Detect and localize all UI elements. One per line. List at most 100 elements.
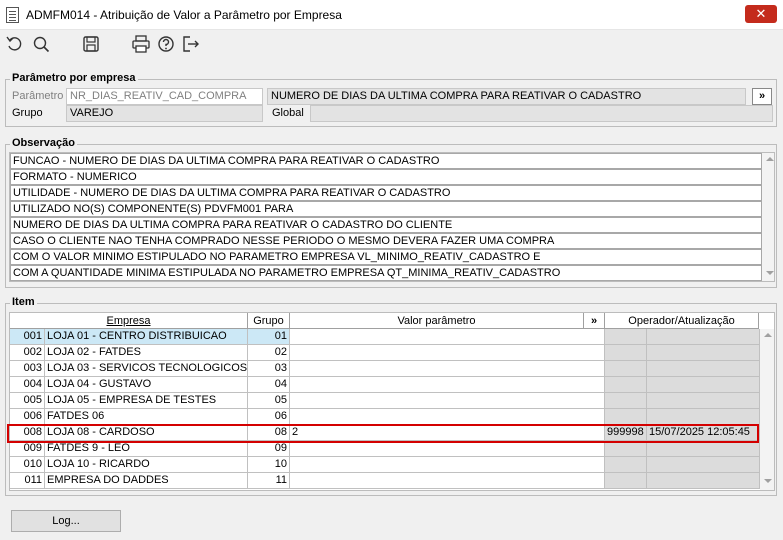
print-icon[interactable] [130,33,152,55]
cell-empresa-name: LOJA 03 - SERVICOS TECNOLOGICOS LTDA [45,361,248,377]
cell-data-atualizacao [647,457,760,473]
observation-line: COM O VALOR MINIMO ESTIPULADO NO PARAMET… [10,249,762,265]
cell-operador [605,457,647,473]
cell-empresa-code: 008 [10,425,45,441]
table-row[interactable]: 001 LOJA 01 - CENTRO DISTRIBUICAO 01 [10,329,774,345]
lookup-button[interactable]: » [752,88,772,105]
cell-empresa-name: LOJA 05 - EMPRESA DE TESTES [45,393,248,409]
grid-scrollbar[interactable] [760,329,774,490]
log-button[interactable]: Log... [11,510,121,532]
table-row[interactable]: 011 EMPRESA DO DADDES 11 [10,473,774,489]
cell-operador [605,473,647,489]
cell-valor[interactable] [290,377,605,393]
title-bar: ADMFM014 - Atribuição de Valor a Parâmet… [0,0,783,30]
cell-empresa-code: 003 [10,361,45,377]
cell-valor[interactable]: 2 [290,425,605,441]
refresh-icon[interactable] [4,33,26,55]
cell-operador [605,329,647,345]
window-title: ADMFM014 - Atribuição de Valor a Parâmet… [26,8,342,22]
table-row[interactable]: 010 LOJA 10 - RICARDO 10 [10,457,774,473]
cell-valor[interactable] [290,345,605,361]
table-row[interactable]: 002 LOJA 02 - FATDES 02 [10,345,774,361]
expand-button[interactable]: » [584,313,605,329]
col-header-valor[interactable]: Valor parâmetro [290,313,584,329]
cell-grupo: 01 [248,329,290,345]
observation-line: FORMATO - NUMERICO [10,169,762,185]
col-header-empresa-label: Empresa [106,315,151,327]
observation-line: COM A QUANTIDADE MINIMA ESTIPULADA NO PA… [10,265,762,281]
cell-operador [605,361,647,377]
observation-line: NUMERO DE DIAS DA ULTIMA COMPRA PARA REA… [10,217,762,233]
close-button[interactable]: ✕ [745,5,777,23]
cell-empresa-code: 011 [10,473,45,489]
item-grid[interactable]: Empresa Grupo Valor parâmetro » Operador… [9,312,775,491]
obs-section-title: Observação [10,137,77,149]
cell-grupo: 03 [248,361,290,377]
exit-icon[interactable] [180,33,202,55]
observation-list[interactable]: FUNCAO - NUMERO DE DIAS DA ULTIMA COMPRA… [9,152,775,282]
observation-line: UTILIDADE - NUMERO DE DIAS DA ULTIMA COM… [10,185,762,201]
cell-empresa-code: 009 [10,441,45,457]
cell-data-atualizacao: 15/07/2025 12:05:45 [647,425,760,441]
parametro-description: NUMERO DE DIAS DA ULTIMA COMPRA PARA REA… [267,88,746,105]
cell-operador [605,409,647,425]
cell-empresa-name: LOJA 02 - FATDES [45,345,248,361]
save-icon[interactable] [80,33,102,55]
document-icon [6,7,19,23]
scroll-down-icon[interactable] [764,479,772,483]
cell-valor[interactable] [290,393,605,409]
cell-empresa-code: 004 [10,377,45,393]
cell-empresa-name: EMPRESA DO DADDES [45,473,248,489]
search-icon[interactable] [30,33,52,55]
cell-data-atualizacao [647,441,760,457]
cell-data-atualizacao [647,473,760,489]
param-section-title: Parâmetro por empresa [10,72,138,84]
cell-valor[interactable] [290,473,605,489]
parametro-label: Parâmetro [12,90,64,102]
cell-empresa-name: LOJA 01 - CENTRO DISTRIBUICAO [45,329,248,345]
cell-grupo: 08 [248,425,290,441]
col-header-operador[interactable]: Operador/Atualização [605,313,759,329]
global-field [310,105,773,122]
cell-data-atualizacao [647,345,760,361]
cell-grupo: 05 [248,393,290,409]
table-row[interactable]: 009 FATDES 9 - LEO 09 [10,441,774,457]
observation-line: FUNCAO - NUMERO DE DIAS DA ULTIMA COMPRA… [10,153,762,169]
cell-grupo: 02 [248,345,290,361]
table-row[interactable]: 005 LOJA 05 - EMPRESA DE TESTES 05 [10,393,774,409]
toolbar [0,30,783,60]
table-row[interactable]: 004 LOJA 04 - GUSTAVO 04 [10,377,774,393]
col-header-empresa[interactable]: Empresa [10,313,248,329]
global-label: Global [272,107,304,119]
cell-empresa-code: 006 [10,409,45,425]
cell-valor[interactable] [290,441,605,457]
cell-empresa-code: 002 [10,345,45,361]
observation-scrollbar[interactable] [762,153,774,281]
observation-line: UTILIZADO NO(S) COMPONENTE(S) PDVFM001 P… [10,201,762,217]
cell-operador [605,393,647,409]
cell-valor[interactable] [290,329,605,345]
table-row[interactable]: 003LOJA 03 - SERVICOS TECNOLOGICOS LTDA0… [10,361,774,377]
col-header-grupo[interactable]: Grupo [248,313,290,329]
scroll-down-icon[interactable] [766,271,774,275]
cell-valor[interactable] [290,361,605,377]
grupo-label: Grupo [12,107,43,119]
item-section-title: Item [10,296,37,308]
table-row[interactable]: 008 LOJA 08 - CARDOSO 08 2 999998 15/07/2025 … [10,425,774,441]
cell-empresa-name: LOJA 04 - GUSTAVO [45,377,248,393]
parametro-input[interactable]: NR_DIAS_REATIV_CAD_COMPRA [66,88,263,105]
cell-empresa-name: FATDES 9 - LEO [45,441,248,457]
cell-grupo: 04 [248,377,290,393]
cell-valor[interactable] [290,409,605,425]
scroll-up-icon[interactable] [766,157,774,161]
help-icon[interactable] [155,33,177,55]
cell-valor[interactable] [290,457,605,473]
scroll-up-icon[interactable] [764,333,772,337]
grid-header: Empresa Grupo Valor parâmetro » Operador… [10,313,774,329]
cell-grupo: 11 [248,473,290,489]
table-row[interactable]: 006 FATDES 06 06 [10,409,774,425]
cell-data-atualizacao [647,393,760,409]
cell-grupo: 10 [248,457,290,473]
cell-empresa-name: FATDES 06 [45,409,248,425]
cell-empresa-code: 001 [10,329,45,345]
